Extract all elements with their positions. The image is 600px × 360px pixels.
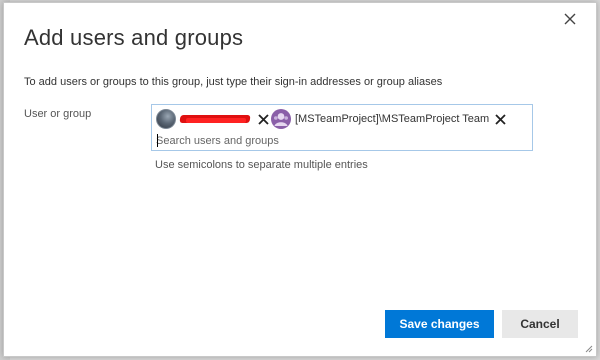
redaction-mark <box>186 118 246 123</box>
group-chip-name: [MSTeamProject]\MSTeamProject Team <box>295 113 490 125</box>
remove-user-button[interactable] <box>256 112 270 126</box>
remove-group-button[interactable] <box>493 112 507 126</box>
user-or-group-label: User or group <box>24 108 92 120</box>
resize-grip-icon[interactable] <box>584 344 593 353</box>
entry-hint: Use semicolons to separate multiple entr… <box>155 159 368 171</box>
add-users-dialog: Add users and groups To add users or gro… <box>3 2 597 357</box>
user-chip-name <box>179 112 252 126</box>
identity-picker[interactable]: [MSTeamProject]\MSTeamProject Team <box>151 104 533 151</box>
remove-icon <box>495 113 506 125</box>
user-avatar-icon <box>156 109 176 129</box>
dialog-description: To add users or groups to this group, ju… <box>24 76 443 88</box>
close-icon <box>564 13 576 25</box>
dialog-title: Add users and groups <box>24 25 244 50</box>
search-users-input[interactable] <box>156 133 516 148</box>
text-caret <box>157 134 158 147</box>
group-chip: [MSTeamProject]\MSTeamProject Team <box>271 108 507 130</box>
cancel-button[interactable]: Cancel <box>502 310 578 338</box>
close-button[interactable] <box>560 9 580 29</box>
remove-icon <box>257 113 269 125</box>
group-avatar-icon <box>271 109 291 129</box>
user-chip <box>156 108 270 130</box>
save-changes-button[interactable]: Save changes <box>385 310 494 338</box>
